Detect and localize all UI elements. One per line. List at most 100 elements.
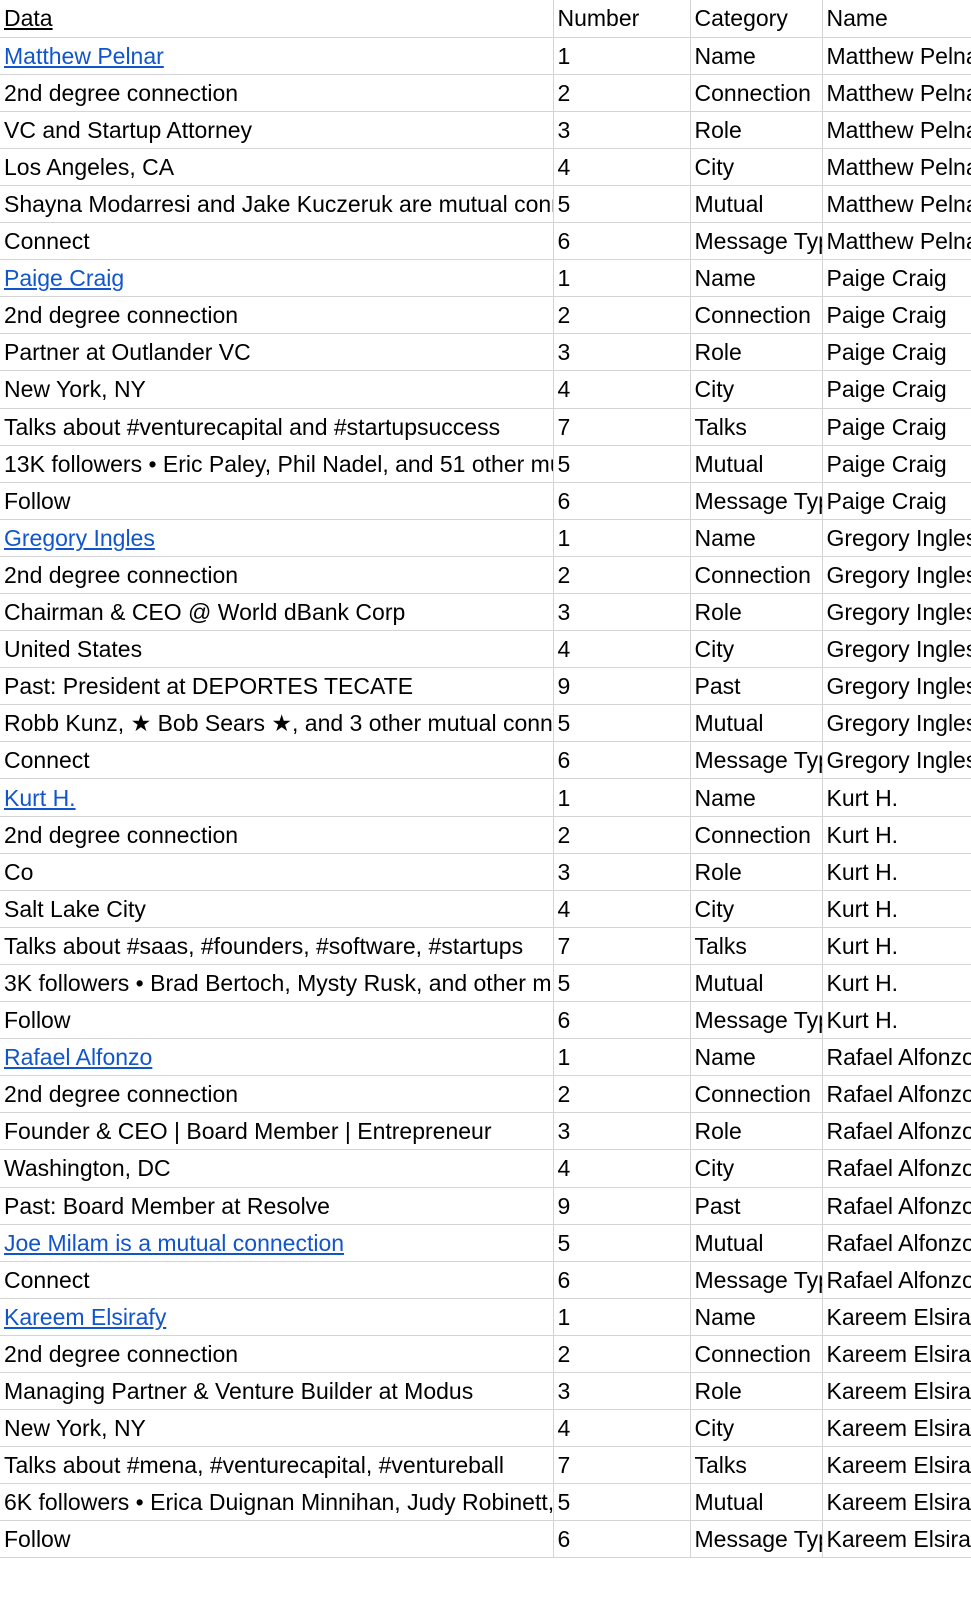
cell-data[interactable]: Matthew Pelnar — [0, 37, 554, 75]
cell-category[interactable]: Name — [690, 778, 823, 817]
cell-category[interactable]: Mutual — [690, 1483, 823, 1522]
cell-data[interactable]: 2nd degree connection — [0, 74, 554, 112]
cell-name[interactable]: Gregory Ingles — [822, 667, 971, 706]
cell-category[interactable]: Role — [690, 111, 823, 149]
cell-name[interactable]: Kareem Elsirafy — [822, 1520, 971, 1559]
cell-category[interactable]: City — [690, 370, 823, 409]
cell-number[interactable]: 3 — [553, 853, 691, 891]
cell-data[interactable]: Partner at Outlander VC — [0, 333, 554, 372]
cell-name[interactable]: Gregory Ingles — [822, 556, 971, 595]
cell-data[interactable]: Talks about #saas, #founders, #software,… — [0, 927, 554, 965]
cell-number[interactable]: 5 — [553, 1483, 691, 1522]
cell-data[interactable]: United States — [0, 630, 554, 669]
cell-data[interactable]: Managing Partner & Venture Builder at Mo… — [0, 1372, 554, 1411]
cell-name[interactable]: Kareem Elsirafy — [822, 1409, 971, 1448]
column-header-category[interactable]: Category — [690, 0, 823, 38]
cell-name[interactable]: Gregory Ingles — [822, 593, 971, 632]
cell-name[interactable]: Kareem Elsirafy — [822, 1372, 971, 1411]
cell-name[interactable]: Paige Craig — [822, 259, 971, 298]
cell-name[interactable]: Rafael Alfonzo — [822, 1261, 971, 1299]
cell-name[interactable]: Rafael Alfonzo — [822, 1187, 971, 1225]
cell-name[interactable]: Matthew Pelnar — [822, 111, 971, 149]
column-header-data[interactable]: Data — [0, 0, 554, 38]
cell-category[interactable]: Mutual — [690, 445, 823, 483]
cell-number[interactable]: 1 — [553, 1298, 691, 1336]
cell-category[interactable]: Talks — [690, 927, 823, 965]
data-link[interactable]: Matthew Pelnar — [4, 38, 164, 74]
cell-number[interactable]: 6 — [553, 1520, 691, 1559]
cell-name[interactable]: Rafael Alfonzo — [822, 1224, 971, 1262]
cell-name[interactable]: Kurt H. — [822, 890, 971, 928]
data-link[interactable]: Kareem Elsirafy — [4, 1299, 166, 1335]
cell-number[interactable]: 9 — [553, 1187, 691, 1225]
cell-data[interactable]: Follow — [0, 482, 554, 520]
cell-name[interactable]: Matthew Pelnar — [822, 185, 971, 224]
cell-number[interactable]: 5 — [553, 704, 691, 743]
cell-category[interactable]: City — [690, 1149, 823, 1188]
cell-name[interactable]: Kareem Elsirafy — [822, 1483, 971, 1522]
cell-category[interactable]: Mutual — [690, 185, 823, 224]
cell-name[interactable]: Rafael Alfonzo — [822, 1038, 971, 1077]
cell-number[interactable]: 3 — [553, 1372, 691, 1411]
cell-name[interactable]: Gregory Ingles — [822, 741, 971, 780]
cell-name[interactable]: Kareem Elsirafy — [822, 1335, 971, 1373]
cell-category[interactable]: Role — [690, 333, 823, 372]
cell-name[interactable]: Gregory Ingles — [822, 519, 971, 557]
cell-data[interactable]: Talks about #mena, #venturecapital, #ven… — [0, 1446, 554, 1485]
cell-name[interactable]: Matthew Pelnar — [822, 74, 971, 112]
cell-data[interactable]: 2nd degree connection — [0, 296, 554, 335]
cell-name[interactable]: Gregory Ingles — [822, 630, 971, 669]
cell-name[interactable]: Kurt H. — [822, 1001, 971, 1040]
cell-number[interactable]: 3 — [553, 1112, 691, 1151]
cell-data[interactable]: New York, NY — [0, 1409, 554, 1448]
cell-category[interactable]: Mutual — [690, 1224, 823, 1262]
cell-name[interactable]: Paige Craig — [822, 333, 971, 372]
cell-number[interactable]: 4 — [553, 1409, 691, 1448]
cell-data[interactable]: Connect — [0, 741, 554, 780]
cell-data[interactable]: 3K followers • Brad Bertoch, Mysty Rusk,… — [0, 964, 554, 1003]
cell-number[interactable]: 2 — [553, 296, 691, 335]
cell-number[interactable]: 3 — [553, 111, 691, 149]
cell-category[interactable]: City — [690, 148, 823, 186]
cell-number[interactable]: 4 — [553, 148, 691, 186]
cell-data[interactable]: VC and Startup Attorney — [0, 111, 554, 149]
cell-number[interactable]: 2 — [553, 556, 691, 595]
cell-category[interactable]: Message Type — [690, 482, 823, 520]
cell-data[interactable]: Connect — [0, 222, 554, 261]
cell-number[interactable]: 2 — [553, 1335, 691, 1373]
cell-data[interactable]: Chairman & CEO @ World dBank Corp — [0, 593, 554, 632]
cell-data[interactable]: 2nd degree connection — [0, 556, 554, 595]
cell-number[interactable]: 1 — [553, 37, 691, 75]
cell-data[interactable]: 2nd degree connection — [0, 816, 554, 854]
cell-category[interactable]: Name — [690, 37, 823, 75]
cell-number[interactable]: 5 — [553, 445, 691, 483]
cell-number[interactable]: 1 — [553, 259, 691, 298]
cell-name[interactable]: Kurt H. — [822, 927, 971, 965]
cell-data[interactable]: Salt Lake City — [0, 890, 554, 928]
cell-number[interactable]: 7 — [553, 1446, 691, 1485]
cell-name[interactable]: Kurt H. — [822, 964, 971, 1003]
cell-category[interactable]: Connection — [690, 816, 823, 854]
cell-number[interactable]: 3 — [553, 333, 691, 372]
cell-data[interactable]: Washington, DC — [0, 1149, 554, 1188]
cell-category[interactable]: Name — [690, 259, 823, 298]
cell-category[interactable]: Message Type — [690, 222, 823, 261]
cell-category[interactable]: Past — [690, 1187, 823, 1225]
cell-data[interactable]: 2nd degree connection — [0, 1335, 554, 1373]
cell-data[interactable]: Follow — [0, 1520, 554, 1559]
cell-name[interactable]: Kareem Elsirafy — [822, 1446, 971, 1485]
cell-category[interactable]: Message Type — [690, 1001, 823, 1040]
cell-category[interactable]: Connection — [690, 556, 823, 595]
cell-data[interactable]: Paige Craig — [0, 259, 554, 298]
cell-category[interactable]: Connection — [690, 74, 823, 112]
cell-category[interactable]: Mutual — [690, 964, 823, 1003]
cell-category[interactable]: Talks — [690, 408, 823, 446]
cell-name[interactable]: Rafael Alfonzo — [822, 1112, 971, 1151]
cell-data[interactable]: Founder & CEO | Board Member | Entrepren… — [0, 1112, 554, 1151]
cell-data[interactable]: Rafael Alfonzo — [0, 1038, 554, 1077]
cell-category[interactable]: Connection — [690, 1335, 823, 1373]
cell-number[interactable]: 4 — [553, 370, 691, 409]
cell-number[interactable]: 1 — [553, 778, 691, 817]
cell-number[interactable]: 6 — [553, 741, 691, 780]
cell-number[interactable]: 6 — [553, 222, 691, 261]
